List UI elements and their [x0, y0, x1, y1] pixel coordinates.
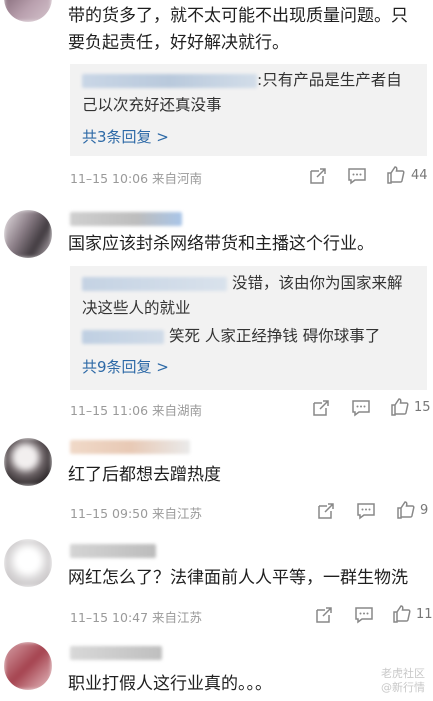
like-count: 44	[411, 168, 428, 183]
comment-icon[interactable]	[347, 166, 367, 186]
like-icon[interactable]	[390, 397, 410, 417]
like-icon[interactable]	[396, 500, 416, 520]
avatar[interactable]	[4, 0, 52, 22]
reply-item: 笑死 人家正经挣钱 碍你球事了	[82, 324, 417, 349]
view-replies-link[interactable]: 共3条回复 >	[82, 126, 169, 147]
like-count: 9	[420, 503, 429, 518]
comment-item: 职业打假人这行业真的。。。	[0, 636, 433, 701]
comment-icon[interactable]	[351, 398, 371, 418]
comment-item: 红了后都想去蹭热度 11–15 09:50 来自江苏 9	[0, 430, 433, 530]
like-icon[interactable]	[386, 165, 406, 185]
comment-time: 11–15 10:06	[70, 171, 149, 186]
reply-username[interactable]	[82, 73, 257, 88]
comment-meta: 11–15 10:47 来自江苏	[70, 607, 202, 626]
like-icon[interactable]	[392, 604, 412, 624]
username[interactable]	[70, 544, 156, 558]
comment-time: 11–15 11:06	[70, 403, 149, 418]
like-count: 11	[416, 607, 433, 622]
reply-box[interactable]: :只有产品是生产者自己以次充好还真没事 共3条回复 >	[70, 64, 427, 156]
avatar[interactable]	[4, 210, 52, 258]
view-replies-link[interactable]: 共9条回复 >	[82, 356, 169, 377]
comment-meta: 11–15 09:50 来自江苏	[70, 503, 202, 522]
reply-username[interactable]	[82, 329, 164, 344]
comment-icon[interactable]	[354, 605, 374, 625]
share-icon[interactable]	[316, 501, 336, 521]
comment-meta: 11–15 10:06 来自河南	[70, 168, 202, 187]
watermark-line: 老虎社区	[381, 667, 425, 680]
reply-item: :只有产品是生产者自己以次充好还真没事	[82, 68, 417, 118]
comment-text: 网红怎么了？法律面前人人平等，一群生物洗	[68, 568, 408, 588]
comment-text: 红了后都想去蹭热度	[68, 465, 221, 485]
reply-item: 没错，该由你为国家来解决这些人的就业	[82, 271, 417, 321]
username[interactable]	[70, 440, 190, 454]
comment-item: 网红怎么了？法律面前人人平等，一群生物洗 11–15 10:47 来自江苏 11	[0, 535, 433, 635]
comment-item: 带的货多了，就不太可能不出现质量问题。只要负起责任，好好解决就行。 :只有产品是…	[0, 0, 433, 190]
share-icon[interactable]	[311, 398, 331, 418]
like-count: 15	[414, 400, 431, 415]
comment-text: 带的货多了，就不太可能不出现质量问题。只要负起责任，好好解决就行。	[68, 6, 408, 53]
comment-text: 职业打假人这行业真的。。。	[68, 674, 272, 694]
username[interactable]	[70, 212, 182, 226]
comment-item: 国家应该封杀网络带货和主播这个行业。 没错，该由你为国家来解决这些人的就业 笑死…	[0, 200, 433, 425]
comment-text: 国家应该封杀网络带货和主播这个行业。	[68, 234, 374, 254]
reply-box[interactable]: 没错，该由你为国家来解决这些人的就业 笑死 人家正经挣钱 碍你球事了 共9条回复…	[70, 266, 427, 390]
reply-text: 笑死 人家正经挣钱 碍你球事了	[168, 327, 381, 345]
watermark-line: @新行情	[381, 681, 425, 694]
avatar[interactable]	[4, 539, 52, 587]
comment-meta: 11–15 11:06 来自湖南	[70, 400, 202, 419]
share-icon[interactable]	[314, 605, 334, 625]
username[interactable]	[70, 646, 162, 660]
comment-time: 11–15 09:50	[70, 506, 149, 521]
comment-time: 11–15 10:47	[70, 610, 149, 625]
comment-source: 来自江苏	[152, 506, 203, 521]
comment-icon[interactable]	[356, 501, 376, 521]
comment-source: 来自江苏	[152, 610, 203, 625]
reply-username[interactable]	[82, 276, 227, 291]
watermark: 老虎社区 @新行情	[381, 667, 425, 695]
comment-source: 来自湖南	[152, 403, 203, 418]
avatar[interactable]	[4, 642, 52, 690]
share-icon[interactable]	[308, 166, 328, 186]
comment-source: 来自河南	[152, 171, 203, 186]
avatar[interactable]	[4, 438, 52, 486]
